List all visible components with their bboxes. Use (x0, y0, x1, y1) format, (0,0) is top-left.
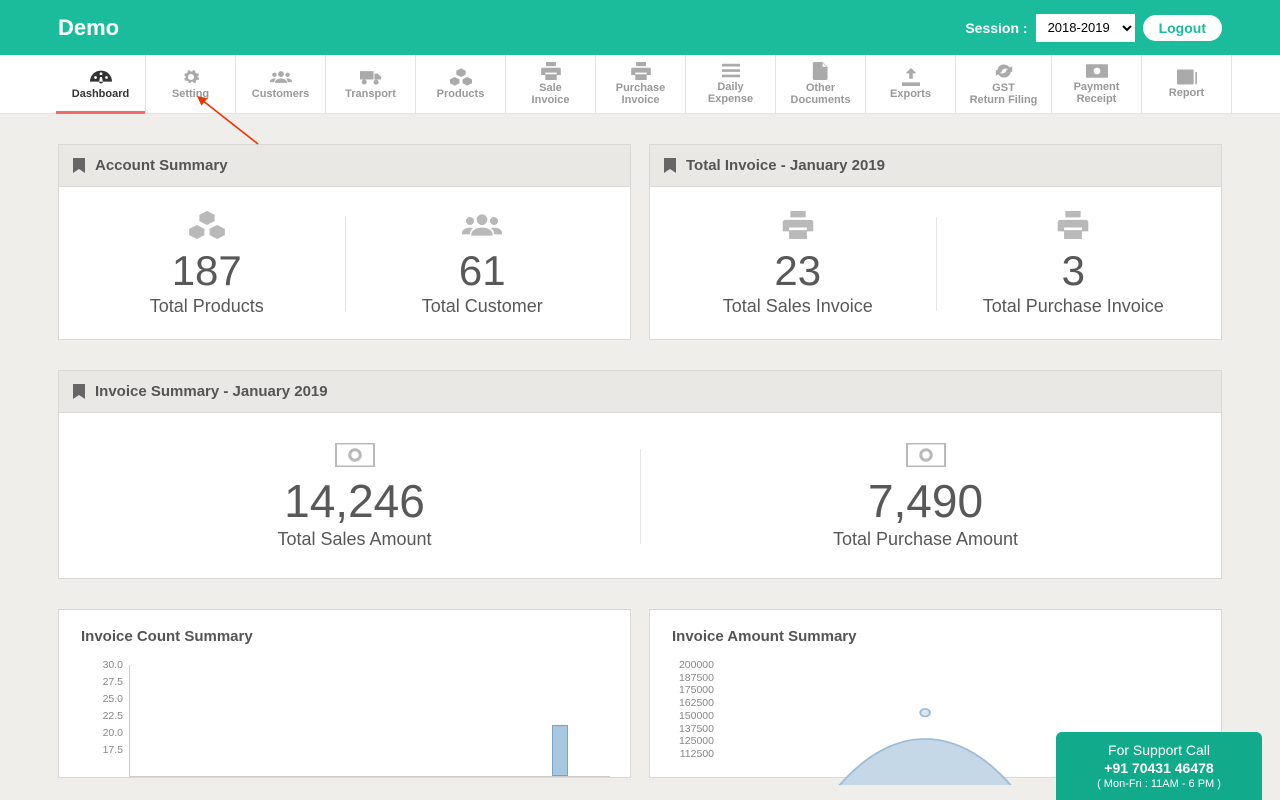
logout-button[interactable]: Logout (1143, 15, 1222, 41)
nav-payment-receipt[interactable]: Payment Receipt (1052, 55, 1142, 113)
content: Account Summary 187 Total Products 61 To… (0, 114, 1280, 778)
stat-value: 23 (660, 248, 936, 294)
nav-label: Daily Expense (708, 81, 753, 105)
nav-label: Dashboard (72, 88, 129, 100)
nav-label: Setting (172, 88, 209, 100)
list-icon (722, 63, 740, 79)
stat-sales-amount: 14,246 Total Sales Amount (69, 443, 640, 550)
stat-label: Total Sales Amount (69, 529, 640, 550)
nav-label: Exports (890, 88, 931, 100)
print-icon (631, 62, 651, 80)
stat-label: Total Purchase Amount (640, 529, 1211, 550)
nav-customers[interactable]: Customers (236, 55, 326, 113)
stat-value: 61 (345, 248, 621, 294)
nav-label: Purchase Invoice (616, 82, 666, 106)
chart-bar (552, 725, 568, 776)
session-select[interactable]: 2018-2019 (1036, 14, 1135, 42)
print-icon (541, 62, 561, 80)
chart-title: Invoice Count Summary (59, 610, 630, 657)
chart-canvas: 30.027.525.022.520.017.5 (71, 657, 618, 777)
nav-label: Payment Receipt (1074, 81, 1120, 105)
nav-dashboard[interactable]: Dashboard (56, 55, 146, 113)
brand: Demo (58, 15, 119, 41)
navbar: Dashboard Setting Customers Transport Pr… (0, 55, 1280, 114)
nav-products[interactable]: Products (416, 55, 506, 113)
nav-label: Customers (252, 88, 309, 100)
panel-account-summary: Account Summary 187 Total Products 61 To… (58, 144, 631, 340)
nav-gst[interactable]: GST Return Filing (956, 55, 1052, 113)
nav-label: Sale Invoice (532, 82, 570, 106)
refresh-icon (995, 62, 1013, 80)
money-icon (335, 443, 375, 472)
stat-total-customer: 61 Total Customer (345, 211, 621, 317)
cubes-icon (450, 68, 472, 86)
stat-value: 14,246 (69, 476, 640, 527)
stat-value: 7,490 (640, 476, 1211, 527)
panel-total-invoice: Total Invoice - January 2019 23 Total Sa… (649, 144, 1222, 340)
nav-purchase-invoice[interactable]: Purchase Invoice (596, 55, 686, 113)
nav-daily-expense[interactable]: Daily Expense (686, 55, 776, 113)
panel-title: Invoice Summary - January 2019 (95, 383, 328, 400)
file-icon (812, 62, 830, 80)
nav-label: Products (437, 88, 485, 100)
gear-icon (182, 68, 200, 86)
support-hours: ( Mon-Fri : 11AM - 6 PM ) (1064, 778, 1254, 790)
stat-label: Total Sales Invoice (660, 296, 936, 317)
users-icon (270, 68, 292, 86)
nav-label: GST Return Filing (970, 82, 1038, 106)
print-icon (1057, 211, 1089, 244)
plot-area (129, 665, 610, 777)
topbar: Demo Session : 2018-2019 Logout (0, 0, 1280, 55)
stat-total-products: 187 Total Products (69, 211, 345, 317)
nav-other-documents[interactable]: Other Documents (776, 55, 866, 113)
session-label: Session : (965, 20, 1027, 36)
support-line: For Support Call (1064, 742, 1254, 758)
stat-sales-invoice: 23 Total Sales Invoice (660, 211, 936, 317)
nav-spacer (0, 55, 56, 113)
panel-invoice-summary: Invoice Summary - January 2019 14,246 To… (58, 370, 1222, 579)
panel-header: Invoice Summary - January 2019 (59, 371, 1221, 413)
nav-report[interactable]: Report (1142, 55, 1232, 113)
nav-label: Other Documents (791, 82, 851, 106)
stat-label: Total Purchase Invoice (936, 296, 1212, 317)
panel-invoice-count-chart: Invoice Count Summary 30.027.525.022.520… (58, 609, 631, 778)
nav-setting[interactable]: Setting (146, 55, 236, 113)
nav-label: Report (1169, 87, 1204, 99)
stat-label: Total Products (69, 296, 345, 317)
panel-header: Account Summary (59, 145, 630, 187)
truck-icon (360, 68, 382, 86)
top-right: Session : 2018-2019 Logout (965, 14, 1222, 42)
news-icon (1177, 69, 1197, 85)
print-icon (782, 211, 814, 244)
nav-transport[interactable]: Transport (326, 55, 416, 113)
upload-icon (902, 68, 920, 86)
money-icon (906, 443, 946, 472)
bookmark-icon (664, 158, 676, 173)
stat-purchase-amount: 7,490 Total Purchase Amount (640, 443, 1211, 550)
dashboard-icon (90, 68, 112, 86)
stat-label: Total Customer (345, 296, 621, 317)
stat-purchase-invoice: 3 Total Purchase Invoice (936, 211, 1212, 317)
nav-exports[interactable]: Exports (866, 55, 956, 113)
nav-label: Transport (345, 88, 396, 100)
users-icon (462, 211, 502, 244)
panel-title: Total Invoice - January 2019 (686, 157, 885, 174)
bookmark-icon (73, 158, 85, 173)
money-icon (1086, 63, 1108, 79)
support-phone: +91 70431 46478 (1064, 760, 1254, 776)
cubes-icon (189, 211, 225, 244)
support-widget[interactable]: For Support Call +91 70431 46478 ( Mon-F… (1056, 732, 1262, 800)
stat-value: 187 (69, 248, 345, 294)
panel-title: Account Summary (95, 157, 228, 174)
panel-header: Total Invoice - January 2019 (650, 145, 1221, 187)
chart-title: Invoice Amount Summary (650, 610, 1221, 657)
nav-sale-invoice[interactable]: Sale Invoice (506, 55, 596, 113)
bookmark-icon (73, 384, 85, 399)
stat-value: 3 (936, 248, 1212, 294)
